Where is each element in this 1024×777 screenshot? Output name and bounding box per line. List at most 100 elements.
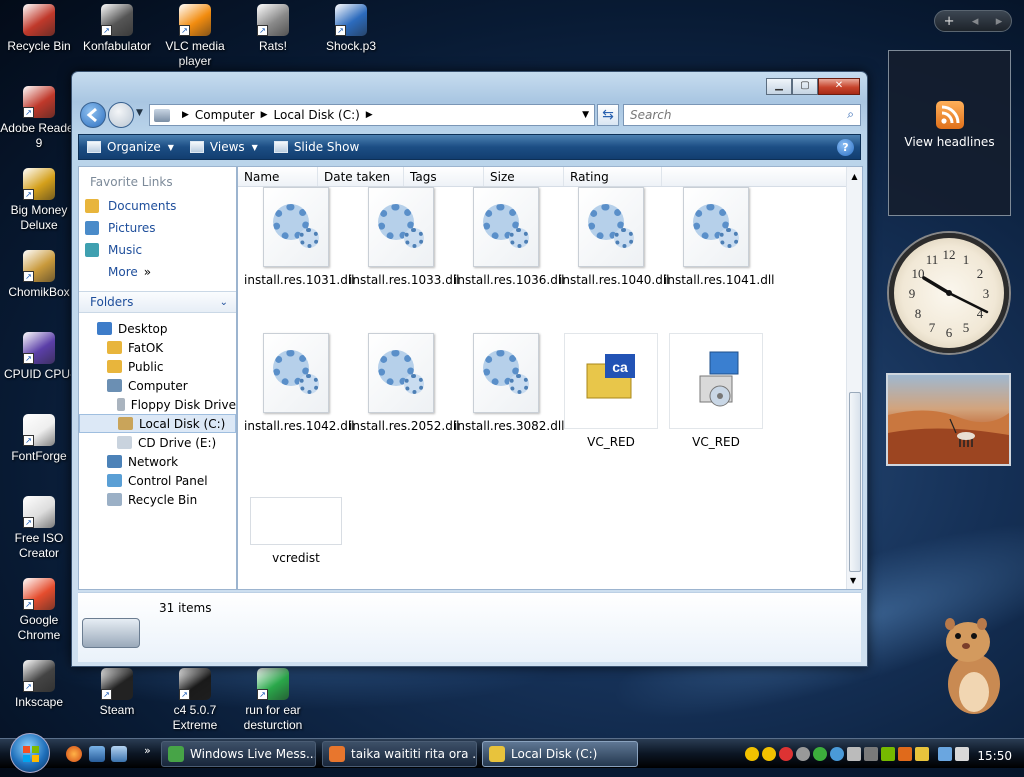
show-desktop-icon[interactable] (89, 746, 105, 762)
taskbar-button[interactable]: Windows Live Mess... (161, 741, 316, 767)
favorite-link[interactable]: More » (79, 261, 236, 283)
file-item[interactable]: VC_RED (664, 333, 768, 449)
previous-icon[interactable]: ◂ (972, 14, 979, 29)
column-tags[interactable]: Tags (404, 167, 484, 186)
help-icon[interactable]: ? (837, 139, 854, 156)
folder-tree-item[interactable]: FatOK (79, 338, 236, 357)
back-button[interactable] (80, 102, 106, 128)
tray-radiation-icon[interactable] (745, 747, 759, 761)
explorer-window[interactable]: ▁ ▢ ✕ ▼ ▶ Computer ▶ Local Disk (C:) ▶ ▼… (71, 71, 868, 667)
slideshow-gadget[interactable] (886, 373, 1011, 466)
folder-tree-item[interactable]: Desktop (79, 319, 236, 338)
folder-tree-item[interactable]: Local Disk (C:) (79, 414, 236, 433)
tray-folder-icon[interactable] (915, 747, 929, 761)
taskbar-button[interactable]: taika waititi rita ora ... (322, 741, 477, 767)
desktop-icon[interactable]: ↗ Steam (78, 668, 156, 718)
refresh-button[interactable]: ⇆ (597, 104, 619, 126)
desktop-icon[interactable]: ↗ FontForge (0, 414, 78, 464)
desktop-icon[interactable]: ↗ c4 5.0.7 Extreme (156, 668, 234, 733)
file-item[interactable]: install.res.1042.dll (244, 333, 355, 433)
tray-monitor-icon[interactable] (847, 747, 861, 761)
tray-warning-icon[interactable] (762, 747, 776, 761)
file-list-pane[interactable]: Name Date taken Tags Size Rating install… (237, 166, 863, 590)
search-icon[interactable]: ⌕ (847, 107, 854, 122)
slideshow-button[interactable]: Slide Show (273, 140, 359, 154)
tray-tool-icon[interactable] (796, 747, 810, 761)
desktop-icon[interactable]: ↗ Rats! (234, 4, 312, 54)
search-input[interactable]: Search ⌕ (623, 104, 861, 126)
taskbar-clock[interactable]: 15:50 (977, 749, 1012, 763)
desktop-icon[interactable]: Recycle Bin (0, 4, 78, 54)
desktop-icon[interactable]: ↗ ChomikBox (0, 250, 78, 300)
vertical-scrollbar[interactable]: ▲ ▼ (846, 167, 862, 589)
scrollbar-thumb[interactable] (849, 392, 861, 572)
folder-tree-item[interactable]: Recycle Bin (79, 490, 236, 509)
breadcrumb-separator[interactable]: ▶ (261, 110, 268, 120)
favorite-link[interactable]: Documents (79, 195, 236, 217)
next-icon[interactable]: ▸ (996, 14, 1003, 29)
switch-windows-icon[interactable] (111, 746, 127, 762)
tray-network-icon[interactable] (938, 747, 952, 761)
file-item[interactable]: install.res.1040.dll (559, 187, 670, 287)
tray-display-icon[interactable] (864, 747, 878, 761)
column-rating[interactable]: Rating (564, 167, 662, 186)
forward-button[interactable] (108, 102, 134, 128)
desktop-icon[interactable]: ↗ Shock.p3 (312, 4, 390, 54)
breadcrumb-computer[interactable]: Computer (195, 108, 255, 122)
tray-volume-icon[interactable] (955, 747, 969, 761)
folder-tree-item[interactable]: Floppy Disk Drive (79, 395, 236, 414)
folders-header[interactable]: Folders ⌄ (79, 291, 236, 313)
file-item[interactable]: install.res.2052.dll (349, 333, 460, 433)
add-gadget-icon[interactable]: + (944, 14, 955, 29)
desktop-icon[interactable]: ↗ run for ear desturction (234, 668, 312, 733)
file-item[interactable]: install.res.1031.dll (244, 187, 355, 287)
folder-tree-item[interactable]: Computer (79, 376, 236, 395)
file-item[interactable]: install.res.3082.dll (454, 333, 565, 433)
file-item[interactable]: ca VC_RED (559, 333, 663, 449)
close-button[interactable]: ✕ (818, 78, 860, 95)
desktop-icon[interactable]: ↗ Konfabulator (78, 4, 156, 54)
quicklaunch-expand-icon[interactable]: » (144, 744, 151, 757)
organize-button[interactable]: Organize ▼ (87, 140, 174, 154)
recent-pages-dropdown[interactable]: ▼ (136, 108, 143, 118)
file-item[interactable]: install.res.1033.dll (349, 187, 460, 287)
desktop-icon[interactable]: ↗ Big Money Deluxe (0, 168, 78, 233)
column-name[interactable]: Name (238, 167, 318, 186)
clock-gadget[interactable]: 12 1 2 345 678 9 10 11 (889, 233, 1009, 353)
file-item[interactable]: vcredist (244, 497, 348, 565)
tray-messenger-icon[interactable] (813, 747, 827, 761)
start-button[interactable] (10, 733, 50, 773)
tray-user-icon[interactable] (830, 747, 844, 761)
tray-stop-icon[interactable] (779, 747, 793, 761)
address-bar[interactable]: ▶ Computer ▶ Local Disk (C:) ▶ ▼ (149, 104, 595, 126)
desktop-icon[interactable]: ↗ CPUID CPU- (0, 332, 78, 382)
feed-headlines-gadget[interactable]: View headlines (888, 50, 1011, 216)
favorite-link[interactable]: Music (79, 239, 236, 261)
file-item[interactable]: install.res.1041.dll (664, 187, 775, 287)
minimize-button[interactable]: ▁ (766, 78, 792, 95)
sidebar-controls[interactable]: + ◂ ▸ (934, 10, 1012, 32)
views-button[interactable]: Views ▼ (189, 140, 258, 154)
breadcrumb-separator[interactable]: ▶ (182, 110, 189, 120)
favorite-link[interactable]: Pictures (79, 217, 236, 239)
column-date-taken[interactable]: Date taken (318, 167, 404, 186)
maximize-button[interactable]: ▢ (792, 78, 818, 95)
column-size[interactable]: Size (484, 167, 564, 186)
breadcrumb-local-disk[interactable]: Local Disk (C:) (274, 108, 360, 122)
breadcrumb-separator[interactable]: ▶ (366, 110, 373, 120)
folder-tree-item[interactable]: CD Drive (E:) (79, 433, 236, 452)
firefox-quicklaunch-icon[interactable] (66, 746, 82, 762)
desktop-icon[interactable]: ↗ Google Chrome (0, 578, 78, 643)
folder-tree-item[interactable]: Control Panel (79, 471, 236, 490)
tray-nvidia-icon[interactable] (881, 747, 895, 761)
folder-tree-item[interactable]: Network (79, 452, 236, 471)
scroll-up-icon[interactable]: ▲ (847, 167, 862, 181)
tray-antivirus-icon[interactable] (898, 747, 912, 761)
scroll-down-icon[interactable]: ▼ (850, 576, 856, 585)
folder-tree-item[interactable]: Public (79, 357, 236, 376)
file-item[interactable]: install.res.1036.dll (454, 187, 565, 287)
desktop-icon[interactable]: ↗ Free ISO Creator (0, 496, 78, 561)
taskbar-button[interactable]: Local Disk (C:) (482, 741, 638, 767)
address-dropdown-icon[interactable]: ▼ (582, 110, 589, 120)
desktop-icon[interactable]: ↗ Adobe Reader 9 (0, 86, 78, 151)
